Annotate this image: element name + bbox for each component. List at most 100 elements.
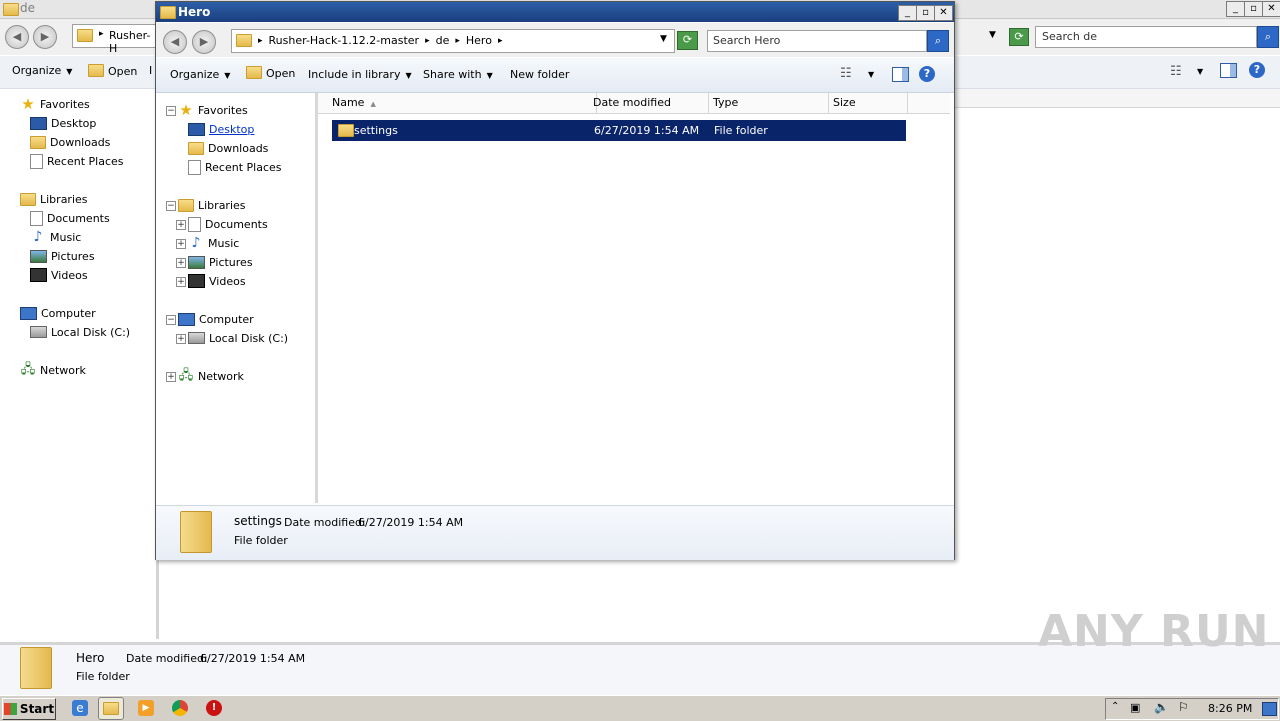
nav-downloads[interactable]: Downloads bbox=[30, 133, 110, 151]
nav-libraries[interactable]: Libraries bbox=[20, 190, 88, 208]
address-dropdown-icon[interactable]: ▼ bbox=[989, 30, 996, 40]
nav-desktop[interactable]: Desktop bbox=[30, 114, 96, 132]
chevron-right-icon[interactable]: ▸ bbox=[455, 36, 460, 46]
volume-icon[interactable]: 🔈 bbox=[1154, 700, 1169, 714]
organize-button[interactable]: Organize ▼ bbox=[12, 64, 72, 77]
expand-icon[interactable]: + bbox=[166, 372, 176, 382]
expand-icon[interactable]: + bbox=[176, 334, 186, 344]
nav-documents[interactable]: Documents bbox=[30, 209, 110, 227]
truncated-toolbar-button[interactable]: I bbox=[149, 64, 152, 77]
back-button[interactable]: ◀ bbox=[5, 25, 29, 49]
background-address-box[interactable]: ▸ Rusher-H bbox=[72, 24, 158, 55]
search-input[interactable]: Search Hero bbox=[707, 30, 927, 52]
start-button[interactable]: Start bbox=[2, 698, 56, 720]
breadcrumb-item-rusher-hack[interactable]: Rusher-Hack-1.12.2-master bbox=[269, 34, 420, 47]
back-button[interactable]: ◀ bbox=[163, 30, 187, 54]
nav-pictures[interactable]: Pictures bbox=[188, 253, 253, 271]
show-desktop-icon[interactable] bbox=[1262, 702, 1277, 716]
internet-explorer-icon[interactable]: e bbox=[72, 700, 88, 716]
chevron-right-icon[interactable]: ▸ bbox=[498, 36, 503, 46]
chevron-right-icon: ▸ bbox=[99, 29, 104, 39]
preview-pane-icon[interactable] bbox=[1220, 63, 1237, 78]
minimize-button[interactable]: _ bbox=[898, 5, 917, 21]
view-options-icon[interactable]: ☷ bbox=[840, 66, 852, 81]
nav-videos[interactable]: Videos bbox=[188, 272, 246, 290]
expand-icon[interactable]: + bbox=[176, 220, 186, 230]
help-icon[interactable]: ? bbox=[919, 66, 935, 82]
expand-icon[interactable]: + bbox=[176, 277, 186, 287]
nav-music[interactable]: ♪ Music bbox=[30, 228, 82, 246]
media-player-icon[interactable]: ▶ bbox=[138, 700, 154, 716]
warning-app-icon[interactable]: ! bbox=[206, 700, 222, 716]
nav-network[interactable]: 🖧 Network bbox=[20, 361, 86, 379]
breadcrumb-item-hero[interactable]: Hero bbox=[466, 34, 492, 47]
background-search-input[interactable]: Search de bbox=[1035, 26, 1257, 48]
nav-documents[interactable]: Documents bbox=[188, 215, 268, 233]
address-box[interactable]: ▸ Rusher-Hack-1.12.2-master ▸ de ▸ Hero … bbox=[231, 29, 675, 53]
chevron-down-icon: ▼ bbox=[486, 71, 493, 80]
organize-button[interactable]: Organize ▼ bbox=[170, 68, 230, 81]
table-row[interactable]: settings 6/27/2019 1:54 AM File folder bbox=[332, 120, 906, 141]
nav-favorites[interactable]: ★ Favorites bbox=[178, 101, 247, 119]
hero-explorer-window: Hero _ ▫ ✕ ◀ ▶ ▸ Rusher-Hack-1.12.2-mast… bbox=[155, 1, 955, 560]
nav-label: Computer bbox=[41, 306, 96, 320]
minimize-button[interactable]: _ bbox=[1226, 1, 1245, 17]
close-button[interactable]: ✕ bbox=[934, 5, 953, 21]
nav-pictures[interactable]: Pictures bbox=[30, 247, 95, 265]
nav-local-disk[interactable]: Local Disk (C:) bbox=[188, 329, 288, 347]
nav-local-disk[interactable]: Local Disk (C:) bbox=[30, 323, 130, 341]
action-center-flag-icon[interactable]: ⚐ bbox=[1178, 700, 1189, 714]
new-folder-button[interactable]: New folder bbox=[510, 68, 569, 81]
explorer-taskbar-button[interactable] bbox=[98, 697, 124, 720]
chevron-down-icon[interactable]: ▼ bbox=[868, 70, 874, 79]
address-dropdown-icon[interactable]: ▼ bbox=[660, 34, 667, 44]
chevron-down-icon[interactable]: ▼ bbox=[1197, 67, 1203, 76]
column-type[interactable]: Type bbox=[709, 93, 829, 113]
refresh-icon[interactable]: ⟳ bbox=[1009, 28, 1029, 46]
forward-button[interactable]: ▶ bbox=[33, 25, 57, 49]
column-size[interactable]: Size bbox=[829, 93, 908, 113]
show-hidden-icons-icon[interactable]: ⌃ bbox=[1111, 701, 1119, 712]
maximize-button[interactable]: ▫ bbox=[916, 5, 935, 21]
nav-computer[interactable]: Computer bbox=[178, 310, 254, 328]
search-icon[interactable]: ⌕ bbox=[1257, 26, 1279, 48]
nav-computer[interactable]: Computer bbox=[20, 304, 96, 322]
nav-desktop[interactable]: Desktop bbox=[188, 120, 254, 138]
column-date-modified[interactable]: Date modified bbox=[589, 93, 709, 113]
refresh-icon[interactable]: ⟳ bbox=[677, 31, 698, 50]
column-name[interactable]: Name ▲ bbox=[328, 93, 597, 113]
help-icon[interactable]: ? bbox=[1249, 62, 1265, 78]
maximize-button[interactable]: ▫ bbox=[1244, 1, 1263, 17]
collapse-icon[interactable]: − bbox=[166, 201, 176, 211]
close-button[interactable]: ✕ bbox=[1262, 1, 1280, 17]
address-segment[interactable]: Rusher-H bbox=[109, 29, 157, 55]
file-date-modified: 6/27/2019 1:54 AM bbox=[594, 124, 700, 137]
open-button[interactable]: Open bbox=[88, 64, 137, 78]
chrome-icon[interactable] bbox=[172, 700, 188, 716]
nav-favorites[interactable]: ★ Favorites bbox=[20, 95, 89, 113]
chevron-right-icon[interactable]: ▸ bbox=[425, 36, 430, 46]
expand-icon[interactable]: + bbox=[176, 258, 186, 268]
nav-label: Recent Places bbox=[205, 160, 282, 174]
search-icon[interactable]: ⌕ bbox=[927, 30, 949, 52]
nav-videos[interactable]: Videos bbox=[30, 266, 88, 284]
include-in-library-button[interactable]: Include in library ▼ bbox=[308, 68, 412, 81]
clock[interactable]: 8:26 PM bbox=[1208, 702, 1252, 715]
nav-network[interactable]: 🖧 Network bbox=[178, 367, 244, 385]
window-titlebar[interactable]: Hero _ ▫ ✕ bbox=[156, 2, 954, 22]
share-with-button[interactable]: Share with ▼ bbox=[423, 68, 493, 81]
breadcrumb-item-de[interactable]: de bbox=[436, 34, 450, 47]
preview-pane-icon[interactable] bbox=[892, 67, 909, 82]
expand-icon[interactable]: + bbox=[176, 239, 186, 249]
nav-downloads[interactable]: Downloads bbox=[188, 139, 268, 157]
network-icon[interactable]: ▣ bbox=[1130, 701, 1140, 714]
forward-button[interactable]: ▶ bbox=[192, 30, 216, 54]
collapse-icon[interactable]: − bbox=[166, 106, 176, 116]
nav-music[interactable]: ♪ Music bbox=[188, 234, 240, 252]
nav-libraries[interactable]: Libraries bbox=[178, 196, 246, 214]
nav-recent-places[interactable]: Recent Places bbox=[188, 158, 282, 176]
open-button[interactable]: Open bbox=[246, 66, 295, 80]
view-options-icon[interactable]: ☷ bbox=[1170, 64, 1182, 79]
nav-recent-places[interactable]: Recent Places bbox=[30, 152, 124, 170]
collapse-icon[interactable]: − bbox=[166, 315, 176, 325]
